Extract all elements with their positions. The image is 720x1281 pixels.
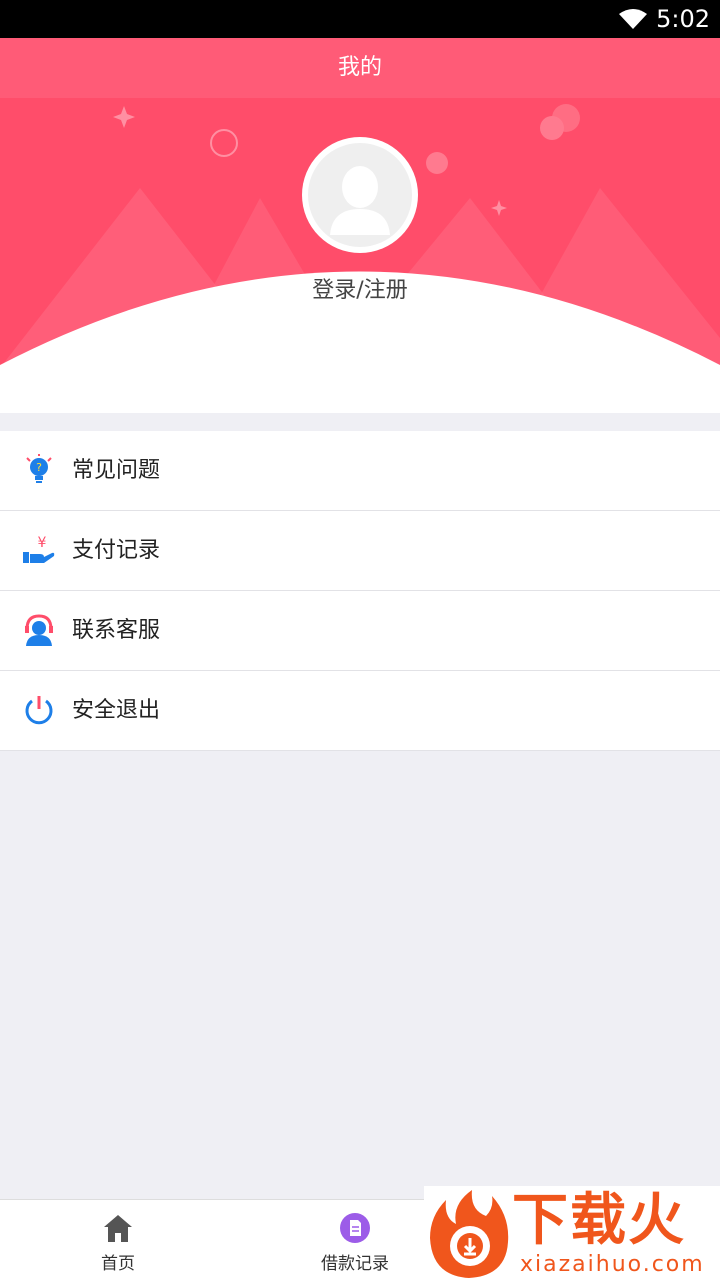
faq-bulb-icon: ?: [22, 453, 56, 487]
watermark-logo: 下载火 xiazaihuo.com: [424, 1186, 720, 1280]
page-title: 我的: [337, 55, 382, 80]
tab-loan-record[interactable]: 借款记录: [275, 1200, 435, 1281]
document-icon: [339, 1212, 371, 1244]
menu-list: ? 常见问题 ¥ 支付记录 联系客服 安全退出: [0, 431, 720, 751]
home-icon: [102, 1212, 134, 1244]
menu-item-label: 支付记录: [72, 538, 161, 563]
avatar[interactable]: [302, 137, 418, 253]
wifi-icon: [618, 8, 648, 34]
status-time: 5:02: [656, 5, 710, 33]
customer-service-icon: [22, 613, 56, 647]
menu-item-label: 常见问题: [72, 458, 161, 483]
watermark-text: 下载火: [512, 1188, 686, 1253]
flame-logo-icon: [430, 1190, 509, 1278]
menu-item-logout[interactable]: 安全退出: [0, 671, 720, 751]
svg-text:?: ?: [36, 461, 42, 474]
watermark-url: xiazaihuo.com: [520, 1252, 705, 1277]
default-avatar-icon: [308, 143, 412, 247]
menu-item-label: 联系客服: [72, 618, 161, 643]
menu-item-payment-record[interactable]: ¥ 支付记录: [0, 511, 720, 591]
tab-label: 首页: [101, 1254, 135, 1274]
menu-item-faq[interactable]: ? 常见问题: [0, 431, 720, 511]
payment-record-icon: ¥: [22, 533, 56, 567]
tab-label: 借款记录: [321, 1254, 389, 1274]
svg-text:¥: ¥: [38, 535, 47, 551]
menu-item-label: 安全退出: [72, 698, 161, 723]
status-bar: 5:02: [0, 0, 720, 38]
power-icon: [22, 693, 56, 727]
login-register-link[interactable]: 登录/注册: [0, 272, 720, 304]
profile-header: 我的 登录/注册: [0, 38, 720, 413]
tab-home[interactable]: 首页: [38, 1200, 198, 1281]
menu-item-customer-service[interactable]: 联系客服: [0, 591, 720, 671]
